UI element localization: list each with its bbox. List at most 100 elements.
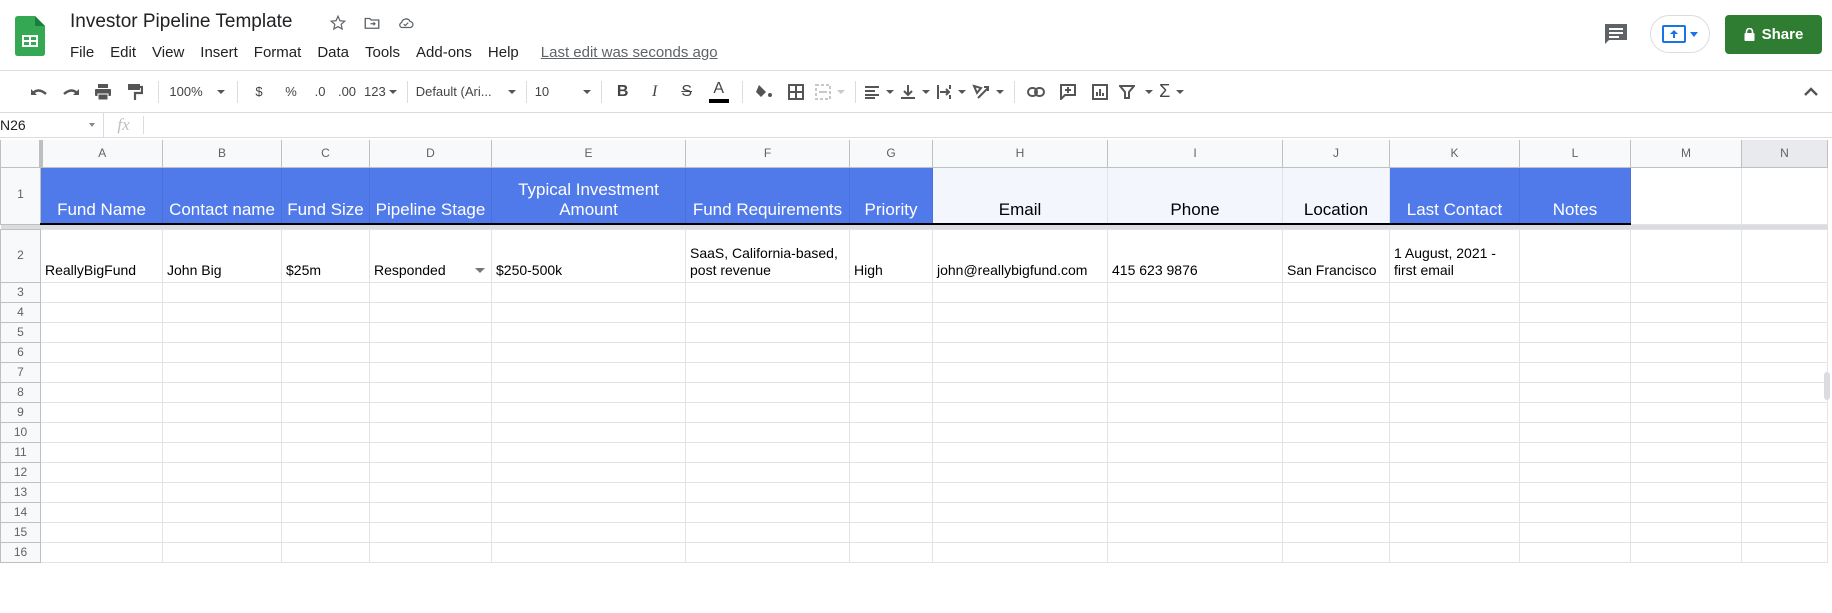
cell-k5[interactable] — [1389, 321, 1520, 343]
cell-l5[interactable] — [1519, 321, 1631, 343]
cell-d9[interactable] — [369, 401, 492, 423]
cell-a8[interactable] — [40, 381, 163, 403]
cell-e5[interactable] — [491, 321, 686, 343]
cell-c8[interactable] — [281, 381, 370, 403]
header-cell-g[interactable]: Priority — [849, 166, 933, 225]
header-cell-b[interactable]: Contact name — [162, 166, 282, 225]
cell-b3[interactable] — [162, 281, 282, 303]
cell-b14[interactable] — [162, 501, 282, 523]
cell-g3[interactable] — [849, 281, 933, 303]
menu-tools[interactable]: Tools — [357, 42, 408, 63]
cell-j11[interactable] — [1282, 441, 1390, 463]
present-button[interactable] — [1650, 15, 1710, 53]
cell-k3[interactable] — [1389, 281, 1520, 303]
cell-j9[interactable] — [1282, 401, 1390, 423]
cell-a11[interactable] — [40, 441, 163, 463]
cell-i6[interactable] — [1107, 341, 1283, 363]
cell-f16[interactable] — [685, 541, 850, 563]
cell-d12[interactable] — [369, 461, 492, 483]
vertical-scrollbar[interactable] — [1824, 372, 1830, 400]
cell-e7[interactable] — [491, 361, 686, 383]
row-header-13[interactable]: 13 — [0, 481, 41, 503]
sheets-logo-icon[interactable] — [15, 16, 45, 56]
cell-l11[interactable] — [1519, 441, 1631, 463]
column-header-c[interactable]: C — [281, 140, 370, 168]
cell-k4[interactable] — [1389, 301, 1520, 323]
cell-b16[interactable] — [162, 541, 282, 563]
cell-l14[interactable] — [1519, 501, 1631, 523]
functions-icon[interactable]: Σ — [1159, 78, 1185, 106]
cell-d6[interactable] — [369, 341, 492, 363]
cell-e10[interactable] — [491, 421, 686, 443]
cell-k13[interactable] — [1389, 481, 1520, 503]
cell-m6[interactable] — [1630, 341, 1742, 363]
column-header-b[interactable]: B — [162, 140, 282, 168]
cell-n4[interactable] — [1741, 301, 1828, 323]
cell-f15[interactable] — [685, 521, 850, 543]
cell-h3[interactable] — [932, 281, 1108, 303]
cell-g4[interactable] — [849, 301, 933, 323]
cell-h13[interactable] — [932, 481, 1108, 503]
cell-k6[interactable] — [1389, 341, 1520, 363]
cell-c3[interactable] — [281, 281, 370, 303]
cell-i12[interactable] — [1107, 461, 1283, 483]
cell-l2[interactable] — [1519, 228, 1631, 283]
cell-j15[interactable] — [1282, 521, 1390, 543]
cell-f4[interactable] — [685, 301, 850, 323]
menu-data[interactable]: Data — [309, 42, 357, 63]
cell-h4[interactable] — [932, 301, 1108, 323]
cell-c2[interactable]: $25m — [281, 228, 370, 283]
cell-c5[interactable] — [281, 321, 370, 343]
vertical-align-icon[interactable] — [900, 78, 930, 106]
cell-k7[interactable] — [1389, 361, 1520, 383]
column-header-g[interactable]: G — [849, 140, 933, 168]
row-header-8[interactable]: 8 — [0, 381, 41, 403]
document-title[interactable]: Investor Pipeline Template — [70, 11, 293, 33]
select-all-corner[interactable] — [0, 140, 43, 168]
column-header-f[interactable]: F — [685, 140, 850, 168]
cell-h15[interactable] — [932, 521, 1108, 543]
cell-k14[interactable] — [1389, 501, 1520, 523]
header-cell-j[interactable]: Location — [1282, 166, 1390, 225]
cell-l13[interactable] — [1519, 481, 1631, 503]
cell-m12[interactable] — [1630, 461, 1742, 483]
cell-m15[interactable] — [1630, 521, 1742, 543]
cell-g2[interactable]: High — [849, 228, 933, 283]
format-percent-button[interactable]: % — [278, 78, 304, 106]
cell-b6[interactable] — [162, 341, 282, 363]
cell-h5[interactable] — [932, 321, 1108, 343]
cell-m2[interactable] — [1630, 228, 1742, 283]
cell-k15[interactable] — [1389, 521, 1520, 543]
cell-j5[interactable] — [1282, 321, 1390, 343]
cell-e3[interactable] — [491, 281, 686, 303]
cell-i2[interactable]: 415 623 9876 — [1107, 228, 1283, 283]
cell-i10[interactable] — [1107, 421, 1283, 443]
filter-icon[interactable] — [1118, 78, 1153, 106]
cell-m4[interactable] — [1630, 301, 1742, 323]
cell-m16[interactable] — [1630, 541, 1742, 563]
cell-b2[interactable]: John Big — [162, 228, 282, 283]
cell-n13[interactable] — [1741, 481, 1828, 503]
row-header-14[interactable]: 14 — [0, 501, 41, 523]
cell-f13[interactable] — [685, 481, 850, 503]
cell-f2[interactable]: SaaS, California-based, post revenue — [685, 228, 850, 283]
hide-menus-chevron-up-icon[interactable] — [1804, 83, 1818, 101]
cell-i4[interactable] — [1107, 301, 1283, 323]
cell-d3[interactable] — [369, 281, 492, 303]
insert-comment-icon[interactable] — [1055, 78, 1081, 106]
font-size-select[interactable]: 10 — [535, 78, 591, 106]
menu-file[interactable]: File — [62, 42, 102, 63]
menu-add-ons[interactable]: Add-ons — [408, 42, 480, 63]
cell-j4[interactable] — [1282, 301, 1390, 323]
cell-k8[interactable] — [1389, 381, 1520, 403]
cell-c7[interactable] — [281, 361, 370, 383]
cell-j16[interactable] — [1282, 541, 1390, 563]
cell-n12[interactable] — [1741, 461, 1828, 483]
cell-n3[interactable] — [1741, 281, 1828, 303]
cell-i3[interactable] — [1107, 281, 1283, 303]
cell-l12[interactable] — [1519, 461, 1631, 483]
cell-m3[interactable] — [1630, 281, 1742, 303]
paint-format-icon[interactable] — [122, 78, 148, 106]
cell-n7[interactable] — [1741, 361, 1828, 383]
row-header-12[interactable]: 12 — [0, 461, 41, 483]
